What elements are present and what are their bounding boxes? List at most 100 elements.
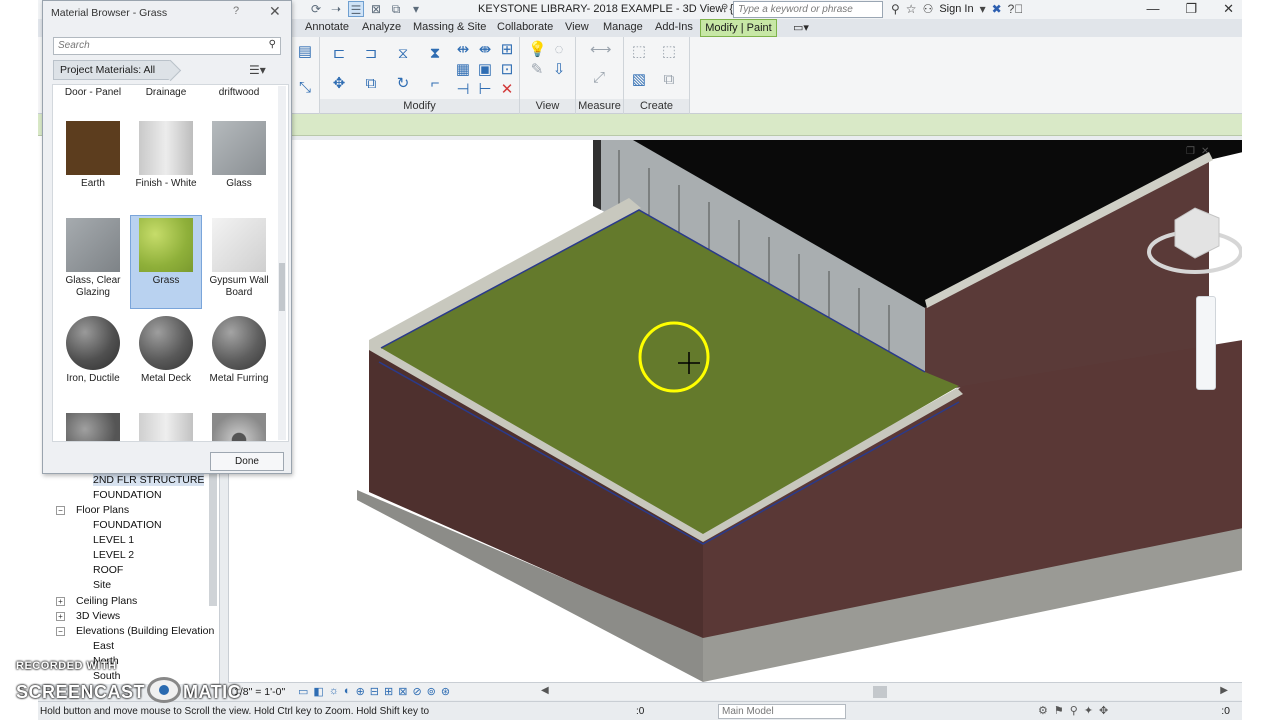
measure-icon[interactable]: ⤢ [590, 69, 608, 87]
reveal-hidden-icon[interactable]: ⊚ [427, 685, 436, 698]
close-view-icon[interactable]: ✕ [1201, 146, 1209, 157]
material-tile[interactable]: Metal Deck [130, 316, 202, 385]
select-face-icon[interactable]: ✦ [1084, 704, 1093, 717]
restore-button[interactable]: ❐ [1185, 1, 1197, 17]
tree-item-elevations[interactable]: Elevations (Building Elevation [76, 625, 214, 637]
scale-icon[interactable]: ▣ [476, 61, 494, 79]
copy-icon[interactable]: ⧉ [362, 75, 380, 93]
navigation-bar[interactable] [1196, 296, 1216, 390]
viewcube-icon[interactable] [1174, 207, 1220, 259]
filter-count[interactable]: :0 [1221, 705, 1230, 717]
offset-icon[interactable]: ⊐ [362, 45, 380, 63]
material-tile[interactable]: Door - Panel [57, 85, 129, 99]
dimension-icon[interactable]: ⟷ [590, 41, 612, 59]
expand-icon[interactable]: + [56, 597, 65, 606]
qat-dropdown-icon[interactable]: ▾ [408, 1, 424, 17]
help-icon[interactable]: ?⃝ [1008, 2, 1024, 16]
create-assembly-icon[interactable]: ⬚ [660, 43, 678, 61]
tree-item-2nd-flr-structure[interactable]: 2ND FLR STRUCTURE [93, 474, 205, 486]
underlay-icon[interactable]: ⚑ [1054, 704, 1064, 717]
close-button[interactable]: ✕ [1223, 1, 1234, 17]
trim-icon[interactable]: ⌐ [426, 75, 444, 93]
tab-modify-paint[interactable]: Modify | Paint [700, 19, 777, 37]
material-tile[interactable] [130, 413, 202, 441]
list-view-icon[interactable]: ☰▾ [249, 63, 266, 77]
tree-item-foundation[interactable]: FOUNDATION [93, 489, 162, 501]
match-props-icon[interactable]: ⤡ [296, 79, 314, 97]
rotate-icon[interactable]: ↻ [394, 75, 412, 93]
drag-icon[interactable]: ✥ [1099, 704, 1108, 717]
mirror-axis-icon[interactable]: ⧖ [394, 45, 412, 63]
align-icon[interactable]: ⊏ [330, 45, 348, 63]
material-tile[interactable]: Iron, Ductile [57, 316, 129, 385]
material-tile[interactable]: Glass [203, 121, 275, 190]
pin-icon[interactable]: ⊡ [498, 61, 516, 79]
search-icon[interactable]: ⚲ [891, 2, 900, 16]
collapse-icon[interactable]: − [56, 627, 65, 636]
material-search-input[interactable]: Search ⚲ [53, 37, 281, 55]
material-tile[interactable]: Drainage [130, 85, 202, 99]
close-icon[interactable]: ✕ [269, 3, 281, 20]
collapse-icon[interactable]: − [56, 506, 65, 515]
horizontal-scroll-thumb[interactable] [873, 686, 887, 698]
done-button[interactable]: Done [210, 452, 284, 471]
workset-dropdown[interactable]: Main Model [718, 704, 846, 719]
array-icon[interactable]: ▦ [454, 61, 472, 79]
split-gap-icon[interactable]: ⇼ [476, 41, 494, 59]
extend-icon[interactable]: ⊢ [476, 81, 494, 99]
view-scale[interactable]: 1/8" = 1'-0" [234, 686, 285, 698]
move-icon[interactable]: ✥ [330, 75, 348, 93]
hide-icon[interactable]: 💡 [528, 41, 547, 59]
create-parts-icon[interactable]: ▧ [630, 71, 648, 89]
unpin-icon[interactable]: ⊞ [498, 41, 516, 59]
tree-item-3d-views[interactable]: 3D Views [76, 610, 120, 622]
material-tile[interactable]: Glass, Clear Glazing [57, 218, 129, 299]
thin-lines-icon[interactable]: ☰ [348, 1, 364, 17]
delete-icon[interactable]: ✕ [498, 81, 516, 99]
tree-item-foundation-plan[interactable]: FOUNDATION [93, 519, 162, 531]
tab-view[interactable]: View [565, 21, 589, 33]
tab-annotate[interactable]: Annotate [305, 21, 349, 33]
paint-icon[interactable]: ⇩ [550, 61, 568, 79]
minimize-button[interactable]: — [1146, 1, 1159, 17]
material-tile-selected[interactable]: Grass [130, 215, 202, 309]
sign-in-link[interactable]: Sign In [939, 3, 973, 15]
tree-item-roof[interactable]: ROOF [93, 564, 123, 576]
paste-icon[interactable]: ▤ [296, 43, 314, 61]
tab-manage[interactable]: Manage [603, 21, 643, 33]
tab-collaborate[interactable]: Collaborate [497, 21, 553, 33]
scroll-right-icon[interactable]: ▶ [1220, 685, 1228, 696]
mirror-draw-icon[interactable]: ⧗ [426, 45, 444, 63]
help-button[interactable]: ? [233, 5, 239, 17]
material-tile[interactable]: Finish - White [130, 121, 202, 190]
expand-icon[interactable]: + [56, 612, 65, 621]
linework-icon[interactable]: ✎ [528, 61, 546, 79]
material-tile[interactable]: Gypsum Wall Board [203, 218, 275, 299]
tab-analyze[interactable]: Analyze [362, 21, 401, 33]
material-tile[interactable]: Metal Furring [203, 316, 275, 385]
material-tile[interactable] [203, 413, 275, 441]
worksharing-icon[interactable]: ⊛ [441, 685, 450, 698]
crop-icon[interactable]: ⊟ [370, 685, 379, 698]
create-similar-icon[interactable]: ⧉ [660, 71, 678, 89]
material-tile[interactable] [57, 413, 129, 441]
switch-windows-icon[interactable]: ⧉ [388, 1, 404, 17]
create-group-icon[interactable]: ⬚ [630, 43, 648, 61]
shadows-icon[interactable]: ◐ [344, 685, 351, 698]
chevron-down-icon[interactable]: ▾ [980, 2, 986, 16]
tab-add-ins[interactable]: Add-Ins [655, 21, 693, 33]
render-icon[interactable]: ⊕ [356, 685, 365, 698]
tree-item-floor-plans[interactable]: Floor Plans [76, 504, 129, 516]
sun-path-icon[interactable]: ☼ [329, 685, 339, 698]
sync-icon[interactable]: ⟳ [308, 1, 324, 17]
visual-style-icon[interactable]: ◧ [313, 685, 323, 698]
tree-item-ceiling-plans[interactable]: Ceiling Plans [76, 595, 137, 607]
lock-view-icon[interactable]: ⊠ [398, 685, 407, 698]
user-icon[interactable]: ⚇ [923, 2, 934, 16]
panel-toggle-icon[interactable]: ▭▾ [793, 21, 809, 34]
grid-scroll-thumb[interactable] [279, 263, 285, 311]
exchange-icon[interactable]: ✖ [992, 2, 1002, 16]
tree-item-level-2[interactable]: LEVEL 2 [93, 549, 134, 561]
links-icon[interactable]: ⚙ [1038, 704, 1048, 717]
star-icon[interactable]: ☆ [906, 2, 917, 16]
